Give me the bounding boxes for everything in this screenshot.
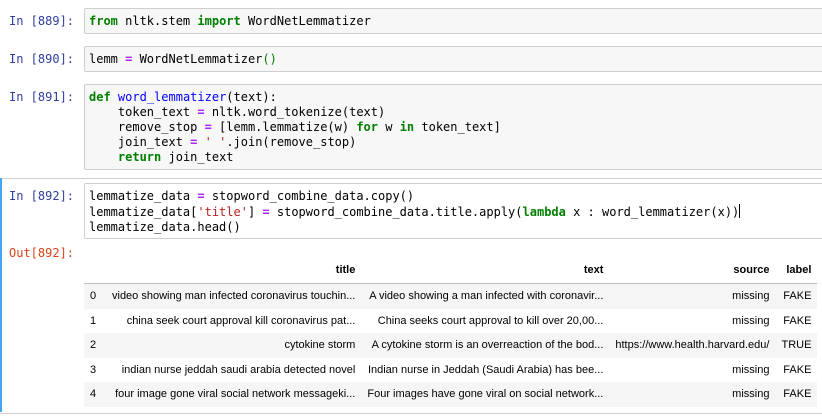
cell-label: FAKE: [775, 283, 818, 309]
cell-label: TRUE: [775, 333, 818, 358]
column-header-title: title: [106, 257, 362, 284]
cell-source: missing: [732, 363, 770, 376]
cell-title: cytokine storm: [106, 333, 362, 358]
cell-source: missing: [609, 382, 776, 407]
selection-indicator: [0, 178, 2, 412]
row-index: 2: [84, 333, 106, 358]
code-line: lemm = WordNetLemmatizer(): [89, 52, 277, 66]
cell-text: A cytokine storm is an overreaction of t…: [361, 333, 610, 358]
row-index: 3: [90, 363, 97, 376]
table-row: 2 cytokine storm A cytokine storm is an …: [84, 333, 818, 358]
cell-text: Indian nurse in Jeddah (Saudi Arabia) ha…: [367, 363, 604, 376]
input-prompt: In [890]:: [9, 52, 75, 66]
code-editor[interactable]: def word_lemmatizer(text): token_text = …: [84, 84, 822, 170]
row-index: 1: [90, 314, 97, 327]
cell-title: four image gone viral social network mes…: [106, 382, 362, 407]
table-header-row: title text source label: [84, 257, 818, 284]
row-index: 0: [84, 283, 106, 309]
table-row: 3 indian nurse jeddah saudi arabia detec…: [84, 358, 817, 383]
cell-text: Four images have gone viral on social ne…: [361, 382, 610, 407]
dataframe-output: title text source label 0 video showing …: [84, 257, 818, 407]
code-line: from nltk.stem import WordNetLemmatizer: [89, 14, 371, 28]
table-row: 4 four image gone viral social network m…: [84, 382, 818, 407]
cell-label: FAKE: [783, 363, 812, 376]
cell-text: A video showing a man infected with coro…: [361, 283, 610, 309]
input-prompt: In [892]:: [9, 189, 75, 203]
column-header-text: text: [361, 257, 610, 284]
row-index: 4: [84, 382, 106, 407]
cell-text: China seeks court approval to kill over …: [377, 314, 604, 327]
code-editor[interactable]: lemmatize_data = stopword_combine_data.c…: [84, 183, 822, 239]
cell-title: video showing man infected coronavirus t…: [106, 283, 362, 309]
code-editor[interactable]: from nltk.stem import WordNetLemmatizer: [84, 8, 822, 34]
text-cursor: [739, 204, 741, 218]
output-prompt: Out[892]:: [9, 246, 75, 260]
input-prompt: In [889]:: [9, 14, 75, 28]
code-block: lemmatize_data = stopword_combine_data.c…: [89, 189, 741, 234]
cell-source: missing: [732, 314, 770, 327]
cell-label: FAKE: [783, 314, 812, 327]
cell-title: china seek court approval kill coronavir…: [126, 314, 356, 327]
code-editor[interactable]: lemm = WordNetLemmatizer(): [84, 46, 822, 72]
cell-label: FAKE: [775, 382, 818, 407]
table-row: 1 china seek court approval kill coronav…: [84, 309, 817, 334]
input-prompt: In [891]:: [9, 90, 75, 104]
cell-source: missing: [609, 283, 776, 309]
index-header: [84, 257, 106, 284]
table-row: 0 video showing man infected coronavirus…: [84, 283, 818, 309]
code-block: def word_lemmatizer(text): token_text = …: [89, 90, 501, 164]
cell-source: https://www.health.harvard.edu/: [609, 333, 776, 358]
column-header-label: label: [775, 257, 818, 284]
cell-title: indian nurse jeddah saudi arabia detecte…: [121, 363, 356, 376]
column-header-source: source: [609, 257, 776, 284]
